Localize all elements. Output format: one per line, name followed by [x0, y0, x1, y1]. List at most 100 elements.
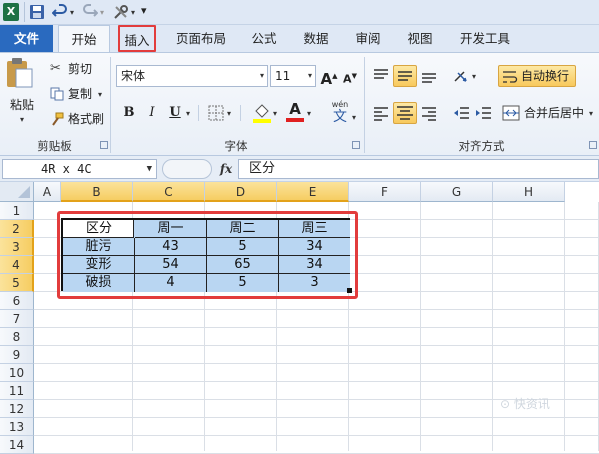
- formula-bar: 4R x 4C ▼ fx 区分: [0, 156, 599, 182]
- name-box[interactable]: 4R x 4C ▼: [2, 159, 157, 179]
- brush-icon: [52, 112, 64, 126]
- column-header-b[interactable]: B: [61, 182, 133, 202]
- merge-dropdown-icon: ▾: [589, 109, 594, 118]
- row-header-9[interactable]: 9: [0, 346, 34, 364]
- column-header-d[interactable]: D: [205, 182, 277, 202]
- tools-icon[interactable]: [112, 3, 130, 21]
- row-header-11[interactable]: 11: [0, 382, 34, 400]
- alignment-launcher-icon[interactable]: [589, 141, 597, 149]
- font-launcher-icon[interactable]: [352, 141, 360, 149]
- quick-access-toolbar: X ▾ ▾ ▾ ▾: [0, 0, 599, 25]
- column-header-e[interactable]: E: [277, 182, 349, 202]
- font-group-label: 字体: [224, 139, 248, 153]
- tab-review[interactable]: 审阅: [348, 25, 388, 52]
- font-size-combo[interactable]: 11 ▾: [270, 65, 316, 87]
- align-right-icon[interactable]: [420, 105, 438, 121]
- paste-label[interactable]: 粘贴: [10, 97, 34, 113]
- row-header-13[interactable]: 13: [0, 418, 34, 436]
- column-header-a[interactable]: A: [34, 182, 61, 202]
- tab-view[interactable]: 视图: [400, 25, 440, 52]
- row-header-12[interactable]: 12: [0, 400, 34, 418]
- tools-dropdown-icon[interactable]: ▾: [131, 8, 135, 17]
- merge-center-button[interactable]: 合并后居中 ▾: [500, 102, 599, 124]
- borders-icon[interactable]: [208, 105, 224, 121]
- fill-color-icon[interactable]: [252, 102, 272, 124]
- font-name-value: 宋体: [121, 69, 146, 83]
- customize-qat-icon[interactable]: ▾: [141, 4, 147, 17]
- clipboard-launcher-icon[interactable]: [100, 141, 108, 149]
- row-header-4[interactable]: 4: [0, 256, 34, 274]
- cut-label: 剪切: [68, 62, 93, 76]
- row-header-2[interactable]: 2: [0, 220, 34, 238]
- merge-center-label: 合并后居中: [524, 106, 585, 120]
- row-header-14[interactable]: 14: [0, 436, 34, 454]
- select-all-corner[interactable]: [0, 182, 34, 202]
- column-header-h[interactable]: H: [493, 182, 565, 202]
- align-bottom-icon[interactable]: [420, 68, 438, 84]
- insert-function-icon[interactable]: fx: [217, 159, 235, 179]
- align-left-icon[interactable]: [372, 105, 390, 121]
- increase-indent-icon[interactable]: [474, 105, 492, 121]
- underline-button[interactable]: U: [164, 102, 186, 124]
- row-header-1[interactable]: 1: [0, 202, 34, 220]
- underline-dropdown-icon[interactable]: ▾: [186, 109, 190, 118]
- tab-insert[interactable]: 插入: [118, 25, 156, 52]
- wrap-text-button[interactable]: 自动换行: [498, 65, 576, 87]
- column-header-g[interactable]: G: [421, 182, 493, 202]
- borders-dropdown-icon[interactable]: ▾: [227, 109, 231, 118]
- redo-icon[interactable]: [82, 4, 98, 20]
- row-header-6[interactable]: 6: [0, 292, 34, 310]
- phonetic-dropdown-icon[interactable]: ▾: [352, 113, 356, 122]
- redo-dropdown-icon[interactable]: ▾: [100, 8, 104, 17]
- grid-row-line: [34, 417, 599, 418]
- merge-center-icon: [502, 105, 520, 121]
- row-header-3[interactable]: 3: [0, 238, 34, 256]
- decrease-indent-icon[interactable]: [452, 105, 470, 121]
- align-top-icon[interactable]: [372, 68, 390, 84]
- undo-dropdown-icon[interactable]: ▾: [70, 8, 74, 17]
- save-icon[interactable]: [29, 4, 45, 20]
- scissors-icon: ✂: [50, 61, 61, 76]
- align-center-button[interactable]: [393, 102, 417, 124]
- tab-developer[interactable]: 开发工具: [452, 25, 518, 52]
- paste-button[interactable]: [4, 57, 40, 97]
- tab-file[interactable]: 文件: [0, 25, 53, 52]
- bold-button[interactable]: B: [118, 102, 140, 124]
- column-header-c[interactable]: C: [133, 182, 205, 202]
- row-header-7[interactable]: 7: [0, 310, 34, 328]
- tab-page-layout[interactable]: 页面布局: [168, 25, 234, 52]
- orientation-dropdown-icon[interactable]: ▾: [472, 72, 476, 81]
- formula-bar-handle[interactable]: [162, 159, 212, 179]
- orientation-icon[interactable]: [452, 67, 472, 85]
- tab-home[interactable]: 开始: [58, 25, 110, 53]
- row-header-8[interactable]: 8: [0, 328, 34, 346]
- watermark: ⊙ 快资讯: [500, 397, 550, 411]
- cut-button[interactable]: ✂ 剪切: [50, 61, 100, 77]
- name-box-dropdown-icon: ▼: [146, 164, 152, 174]
- grow-font-button[interactable]: A▲: [318, 65, 340, 88]
- shrink-font-button[interactable]: A▼: [339, 65, 361, 87]
- paste-dropdown-icon[interactable]: ▾: [20, 115, 24, 124]
- italic-button[interactable]: I: [141, 102, 163, 124]
- fill-handle[interactable]: [347, 288, 352, 293]
- undo-icon[interactable]: [52, 4, 68, 20]
- fill-color-dropdown-icon[interactable]: ▾: [273, 109, 277, 118]
- excel-app-icon[interactable]: X: [3, 3, 19, 21]
- align-middle-button[interactable]: [393, 65, 417, 87]
- font-color-button[interactable]: A: [285, 100, 305, 124]
- phonetic-guide-button[interactable]: wén 文: [326, 100, 354, 126]
- formula-input[interactable]: 区分: [238, 159, 599, 179]
- copy-button[interactable]: 复制 ▾: [50, 86, 108, 102]
- format-painter-button[interactable]: 格式刷: [50, 111, 108, 127]
- row-header-10[interactable]: 10: [0, 364, 34, 382]
- font-name-combo[interactable]: 宋体 ▾: [116, 65, 268, 87]
- font-name-dropdown-icon: ▾: [259, 71, 264, 80]
- row-header-5[interactable]: 5: [0, 274, 34, 292]
- tab-formulas[interactable]: 公式: [244, 25, 284, 52]
- font-color-dropdown-icon[interactable]: ▾: [307, 109, 311, 118]
- wrap-text-label: 自动换行: [521, 69, 570, 83]
- font-color-icon: A: [289, 100, 301, 118]
- tab-data[interactable]: 数据: [296, 25, 336, 52]
- grid-row-line: [34, 327, 599, 328]
- column-header-f[interactable]: F: [349, 182, 421, 202]
